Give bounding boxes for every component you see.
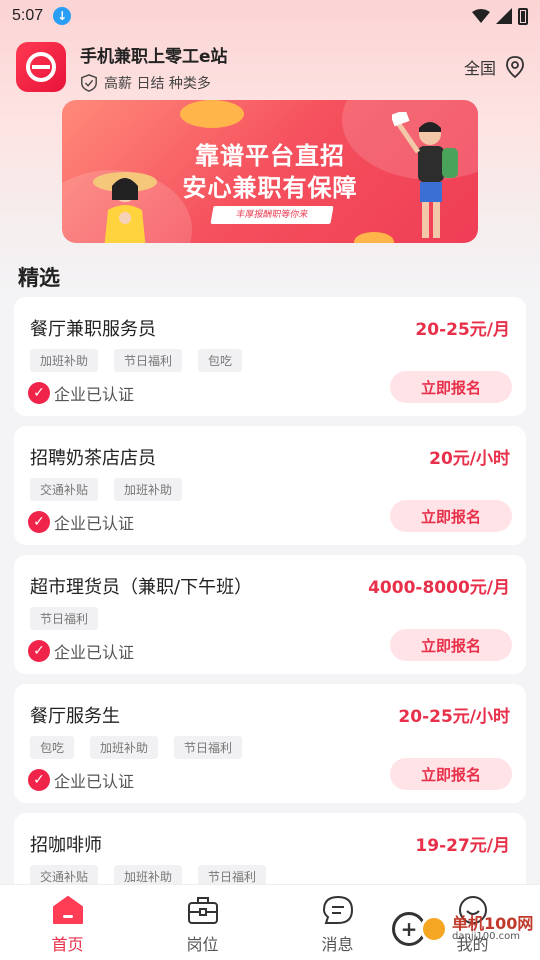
coin-decoration xyxy=(180,100,244,128)
job-tag: 包吃 xyxy=(198,349,243,372)
watermark-main: 单机100网 xyxy=(452,914,534,933)
wifi-icon xyxy=(472,9,490,23)
app-title: 手机兼职上零工e站 xyxy=(80,46,228,67)
section-title-featured: 精选 xyxy=(18,266,60,290)
job-tags: 节日福利 xyxy=(30,607,99,630)
job-tag: 加班补助 xyxy=(30,349,99,372)
banner-headline: 靠谱平台直招 xyxy=(195,142,345,170)
apply-button[interactable]: 立即报名 xyxy=(390,629,512,661)
verified-badge: ✓企业已认证 xyxy=(28,381,134,405)
job-salary: 4000-8000元/月 xyxy=(368,578,510,598)
region-selector[interactable]: 全国 xyxy=(464,55,524,79)
home-icon xyxy=(52,896,83,924)
nav-jobs[interactable]: 岗位 xyxy=(135,885,270,960)
watermark-text: 单机100网 danji100.com xyxy=(452,916,533,942)
job-tag: 包吃 xyxy=(30,736,75,759)
job-card[interactable]: 招聘奶茶店店员 20元/小时交通补贴 加班补助 ✓ 企业已认证 立即报名 xyxy=(14,426,526,545)
apply-button[interactable]: 立即报名 xyxy=(390,371,512,403)
nav-jobs-label: 岗位 xyxy=(186,935,219,954)
verified-text: 企业已认证 xyxy=(54,772,135,791)
verified-badge: ✓企业已认证 xyxy=(28,639,134,663)
app-subtitle-row: 高薪 日结 种类多 xyxy=(80,73,228,93)
banner-subheadline: 安心兼职有保障 xyxy=(182,174,358,202)
nav-messages[interactable]: 消息 xyxy=(270,885,405,960)
job-salary: 20-25元/小时 xyxy=(398,707,510,727)
nav-home-label: 首页 xyxy=(51,935,84,954)
job-title: 餐厅服务生 xyxy=(30,706,120,727)
job-card[interactable]: 餐厅服务生 20-25元/小时包吃 加班补助 节日福利 ✓ 企业已认证 立即报名 xyxy=(14,684,526,803)
job-tag: 交通补贴 xyxy=(30,478,99,501)
status-time: 5:07 xyxy=(12,7,44,24)
nav-messages-label: 消息 xyxy=(321,935,354,954)
job-tag: 节日福利 xyxy=(30,607,99,630)
verified-check-icon: ✓ xyxy=(28,511,50,533)
verified-badge: ✓企业已认证 xyxy=(28,768,134,792)
verified-check-icon: ✓ xyxy=(28,769,50,791)
job-card[interactable]: 餐厅兼职服务员 20-25元/月加班补助 节日福利 包吃 ✓ 企业已认证 立即报名 xyxy=(14,297,526,416)
message-icon xyxy=(322,895,353,924)
app-header: 手机兼职上零工e站 高薪 日结 种类多 全国 xyxy=(16,40,524,94)
job-card[interactable]: 超市理货员（兼职/下午班） 4000-8000元/月节日福利 ✓ 企业已认证 立即报名 xyxy=(14,555,526,674)
shield-check-icon xyxy=(81,73,97,92)
watermark-ball-icon xyxy=(420,915,448,943)
download-icon: ↓ xyxy=(53,7,72,25)
app-subtitle: 高薪 日结 种类多 xyxy=(104,75,211,92)
nav-home[interactable]: 首页 xyxy=(0,885,135,960)
promo-banner[interactable]: 靠谱平台直招 安心兼职有保障 丰厚报酬职等你来 xyxy=(62,100,478,243)
job-tag: 加班补助 xyxy=(114,478,183,501)
status-icons xyxy=(472,7,528,25)
job-title: 餐厅兼职服务员 xyxy=(30,319,156,340)
location-pin-icon xyxy=(506,56,524,78)
job-tags: 加班补助 节日福利 包吃 xyxy=(30,349,243,372)
verified-text: 企业已认证 xyxy=(54,385,135,404)
job-tag: 节日福利 xyxy=(174,736,243,759)
apply-button[interactable]: 立即报名 xyxy=(390,500,512,532)
job-salary: 20-25元/月 xyxy=(415,320,510,340)
site-watermark: + 单机100网 danji100.com xyxy=(392,912,533,946)
verified-check-icon: ✓ xyxy=(28,640,50,662)
verified-check-icon: ✓ xyxy=(28,382,50,404)
watermark-sub: danji100.com xyxy=(452,931,520,942)
verified-badge: ✓企业已认证 xyxy=(28,510,134,534)
job-salary: 19-27元/月 xyxy=(415,836,510,856)
briefcase-icon xyxy=(187,897,218,924)
verified-text: 企业已认证 xyxy=(54,643,135,662)
app-logo xyxy=(16,42,66,92)
battery-icon xyxy=(518,7,528,25)
verified-text: 企业已认证 xyxy=(54,514,135,533)
coin-decoration xyxy=(354,232,394,243)
signal-icon xyxy=(496,8,512,24)
job-tag: 节日福利 xyxy=(114,349,183,372)
status-bar: 5:07 ↓ xyxy=(0,0,540,32)
job-tags: 交通补贴 加班补助 xyxy=(30,478,183,501)
job-tag: 加班补助 xyxy=(90,736,159,759)
region-label: 全国 xyxy=(463,59,496,78)
job-title: 招聘奶茶店店员 xyxy=(30,448,156,469)
job-salary: 20元/小时 xyxy=(429,449,510,469)
e-logo-icon xyxy=(26,52,56,82)
apply-button[interactable]: 立即报名 xyxy=(390,758,512,790)
job-title: 招咖啡师 xyxy=(30,835,102,856)
job-tags: 包吃 加班补助 节日福利 xyxy=(30,736,243,759)
header-text: 手机兼职上零工e站 高薪 日结 种类多 xyxy=(80,42,228,93)
job-title: 超市理货员（兼职/下午班） xyxy=(30,577,253,598)
banner-tag: 丰厚报酬职等你来 xyxy=(210,206,334,224)
